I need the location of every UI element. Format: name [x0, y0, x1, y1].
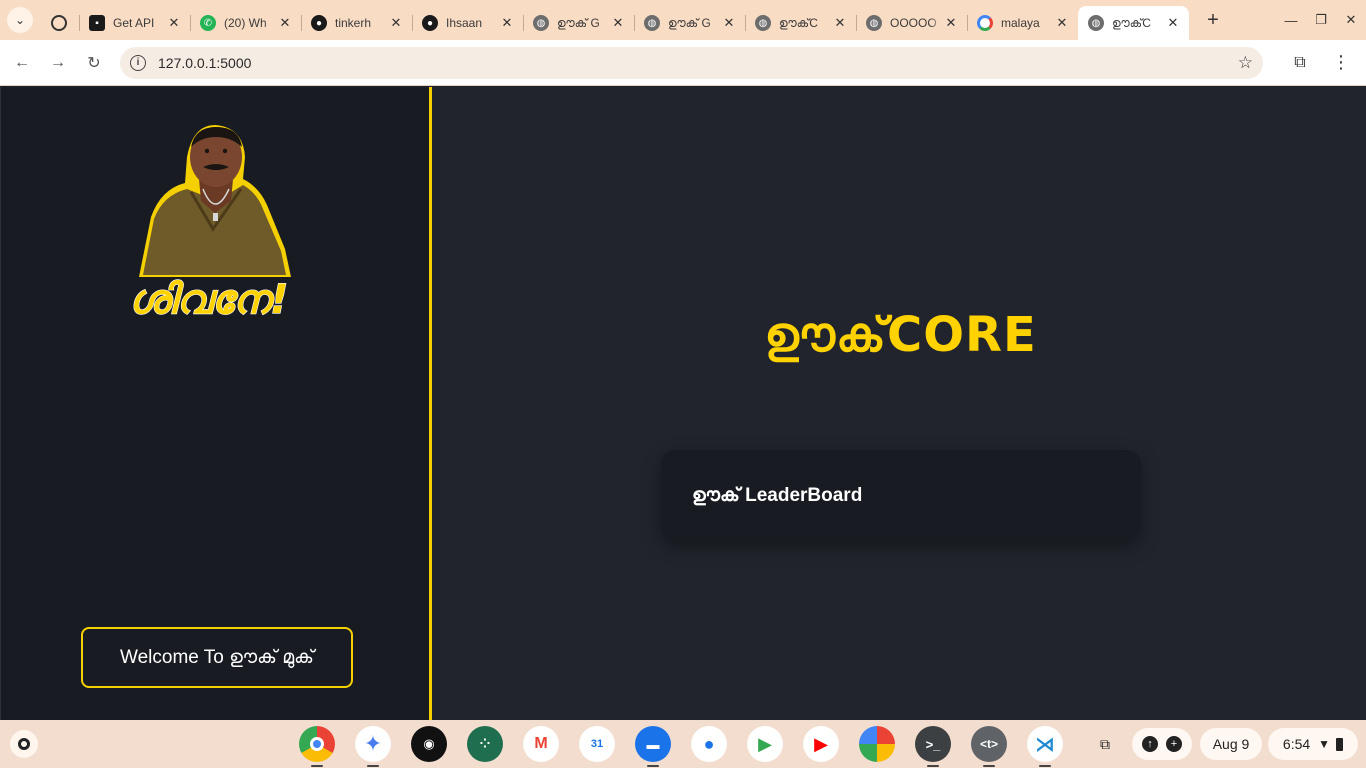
chevron-down-icon: ⌄: [14, 13, 26, 27]
globe-icon: ◍: [644, 15, 660, 31]
kebab-menu-icon[interactable]: ⋮: [1331, 52, 1351, 73]
chrome-app-icon[interactable]: [299, 726, 335, 767]
gmail-app-icon[interactable]: M: [523, 726, 559, 762]
play-store-app-icon[interactable]: ▶: [747, 726, 783, 762]
tab-ook-core-active[interactable]: ◍ ഊക്C ✕: [1078, 6, 1189, 40]
clock-text: 6:54: [1282, 736, 1311, 752]
tab-search-button[interactable]: ⌄: [7, 7, 33, 33]
tab-github-ihsaan[interactable]: ● Ihsaan ✕: [412, 7, 523, 39]
close-icon[interactable]: ✕: [721, 15, 737, 31]
welcome-button[interactable]: Welcome To ഊക് മുക്: [81, 627, 353, 688]
shivane-sticker-image: ശിവനേ!: [128, 125, 291, 324]
tab-ook-1[interactable]: ◍ ഊക് G ✕: [523, 7, 634, 39]
launcher-circle-icon: [18, 738, 30, 750]
files-app-icon[interactable]: ▬: [635, 726, 671, 767]
close-icon[interactable]: ✕: [1054, 15, 1070, 31]
tab-github-tinkerhub[interactable]: ● tinkerh ✕: [301, 7, 412, 39]
browser-toolbar: ← → ↻ i 127.0.0.1:5000 ☆ ⧉ ⋮: [0, 40, 1366, 86]
web-page: ശിവനേ! Welcome To ഊക് മുക് ഊക്CORE ഊക് L…: [0, 87, 1366, 720]
globe-icon: ◍: [1088, 15, 1104, 31]
tab-title: ഊക്C: [1112, 15, 1151, 30]
podcast-app-icon[interactable]: ◉: [411, 726, 447, 762]
tab-title: Ihsaan: [446, 16, 483, 30]
tab-get-api[interactable]: ▪ Get API ✕: [79, 7, 190, 39]
google-icon: [977, 15, 993, 31]
youtube-app-icon[interactable]: ▶: [803, 726, 839, 762]
shelf-apps: ✦ ◉ ⁘ M 31 ▬ ● ▶ ▶ >_ <t> ⋊: [299, 726, 1083, 767]
github-icon: ●: [422, 15, 438, 31]
bookmark-star-icon[interactable]: ☆: [1238, 53, 1253, 73]
back-arrow-icon[interactable]: ←: [4, 54, 40, 72]
address-bar[interactable]: i 127.0.0.1:5000 ☆: [120, 46, 1263, 79]
tab-title: tinkerh: [335, 16, 372, 30]
gemini-app-icon[interactable]: ✦: [355, 726, 391, 767]
restore-icon[interactable]: ❐: [1306, 12, 1336, 28]
tab-list: ▪ Get API ✕ ✆ (20) Wh ✕ ● tinkerh ✕ ● Ih…: [41, 0, 1225, 40]
close-icon[interactable]: ✕: [499, 15, 515, 31]
sidebar: ശിവനേ! Welcome To ഊക് മുക്: [0, 87, 432, 720]
extensions-puzzle-icon[interactable]: ⧉: [1285, 54, 1315, 72]
url-text[interactable]: 127.0.0.1:5000: [158, 55, 1238, 71]
tote-button[interactable]: ⧉: [1088, 728, 1122, 760]
terminal-app-icon[interactable]: >_: [915, 726, 951, 767]
tab-pinned-openai[interactable]: [41, 7, 79, 39]
leaderboard-card[interactable]: ഊക് LeaderBoard: [661, 450, 1141, 541]
info-icon[interactable]: i: [130, 54, 146, 71]
openai-icon: [51, 15, 67, 31]
close-icon[interactable]: ✕: [1165, 15, 1181, 31]
tab-google-malayalam[interactable]: malaya ✕: [967, 7, 1078, 39]
date-button[interactable]: Aug 9: [1200, 728, 1262, 760]
tab-ook-2[interactable]: ◍ ഊക് G ✕: [634, 7, 745, 39]
minimize-icon[interactable]: —: [1276, 13, 1306, 28]
tab-title: OOOOO: [890, 16, 937, 30]
add-icon[interactable]: +: [1166, 736, 1182, 752]
leaderboard-label: ഊക് LeaderBoard: [692, 484, 863, 506]
sticker-caption: ശിവനേ!: [129, 277, 288, 323]
messages-app-icon[interactable]: ●: [691, 726, 727, 762]
new-tab-button[interactable]: +: [1201, 9, 1225, 32]
tab-title: ഊക്C: [779, 15, 818, 30]
close-icon[interactable]: ✕: [277, 15, 293, 31]
tab-whatsapp[interactable]: ✆ (20) Wh ✕: [190, 7, 301, 39]
slack-app-icon[interactable]: ⁘: [467, 726, 503, 762]
wifi-icon: ▼: [1318, 737, 1331, 751]
tab-ook-3[interactable]: ◍ ഊക്C ✕: [745, 7, 856, 39]
calendar-app-icon[interactable]: 31: [579, 726, 615, 762]
reload-icon[interactable]: ↻: [76, 53, 112, 73]
forward-arrow-icon[interactable]: →: [40, 54, 76, 72]
close-window-icon[interactable]: ✕: [1336, 12, 1366, 28]
status-tray[interactable]: 6:54 ▼: [1268, 728, 1358, 760]
tab-title: malaya: [1001, 16, 1040, 30]
close-icon[interactable]: ✕: [943, 15, 959, 31]
globe-icon: ◍: [866, 15, 882, 31]
photos-app-icon[interactable]: [859, 726, 895, 762]
tab-ooooo[interactable]: ◍ OOOOO ✕: [856, 7, 967, 39]
os-shelf: ✦ ◉ ⁘ M 31 ▬ ● ▶ ▶ >_ <t> ⋊ ⧉ ↑ + Aug 9 …: [0, 720, 1366, 768]
close-icon[interactable]: ✕: [610, 15, 626, 31]
text-app-icon[interactable]: <t>: [971, 726, 1007, 767]
window-controls: — ❐ ✕: [1276, 0, 1366, 40]
upload-icon[interactable]: ↑: [1142, 736, 1158, 752]
vscode-app-icon[interactable]: ⋊: [1027, 726, 1063, 767]
whatsapp-icon: ✆: [200, 15, 216, 31]
tab-title: (20) Wh: [224, 16, 267, 30]
tab-title: ഊക് G: [668, 15, 711, 30]
date-text: Aug 9: [1212, 736, 1250, 752]
github-icon: ●: [311, 15, 327, 31]
page-title: ഊക്CORE: [764, 307, 1037, 363]
globe-icon: ◍: [533, 15, 549, 31]
close-icon[interactable]: ✕: [832, 15, 848, 31]
globe-icon: ◍: [755, 15, 771, 31]
tab-title: Get API: [113, 16, 155, 30]
tab-strip: ⌄ ▪ Get API ✕ ✆ (20) Wh ✕ ● tinkerh ✕ ● …: [0, 0, 1366, 40]
battery-icon: [1336, 737, 1344, 751]
launcher-button[interactable]: [10, 730, 38, 758]
square-logo-icon: ▪: [89, 15, 105, 31]
tab-title: ഊക് G: [557, 15, 600, 30]
close-icon[interactable]: ✕: [388, 15, 404, 31]
close-icon[interactable]: ✕: [166, 15, 182, 31]
quick-actions[interactable]: ↑ +: [1132, 728, 1192, 760]
tote-icon: ⧉: [1100, 735, 1110, 752]
